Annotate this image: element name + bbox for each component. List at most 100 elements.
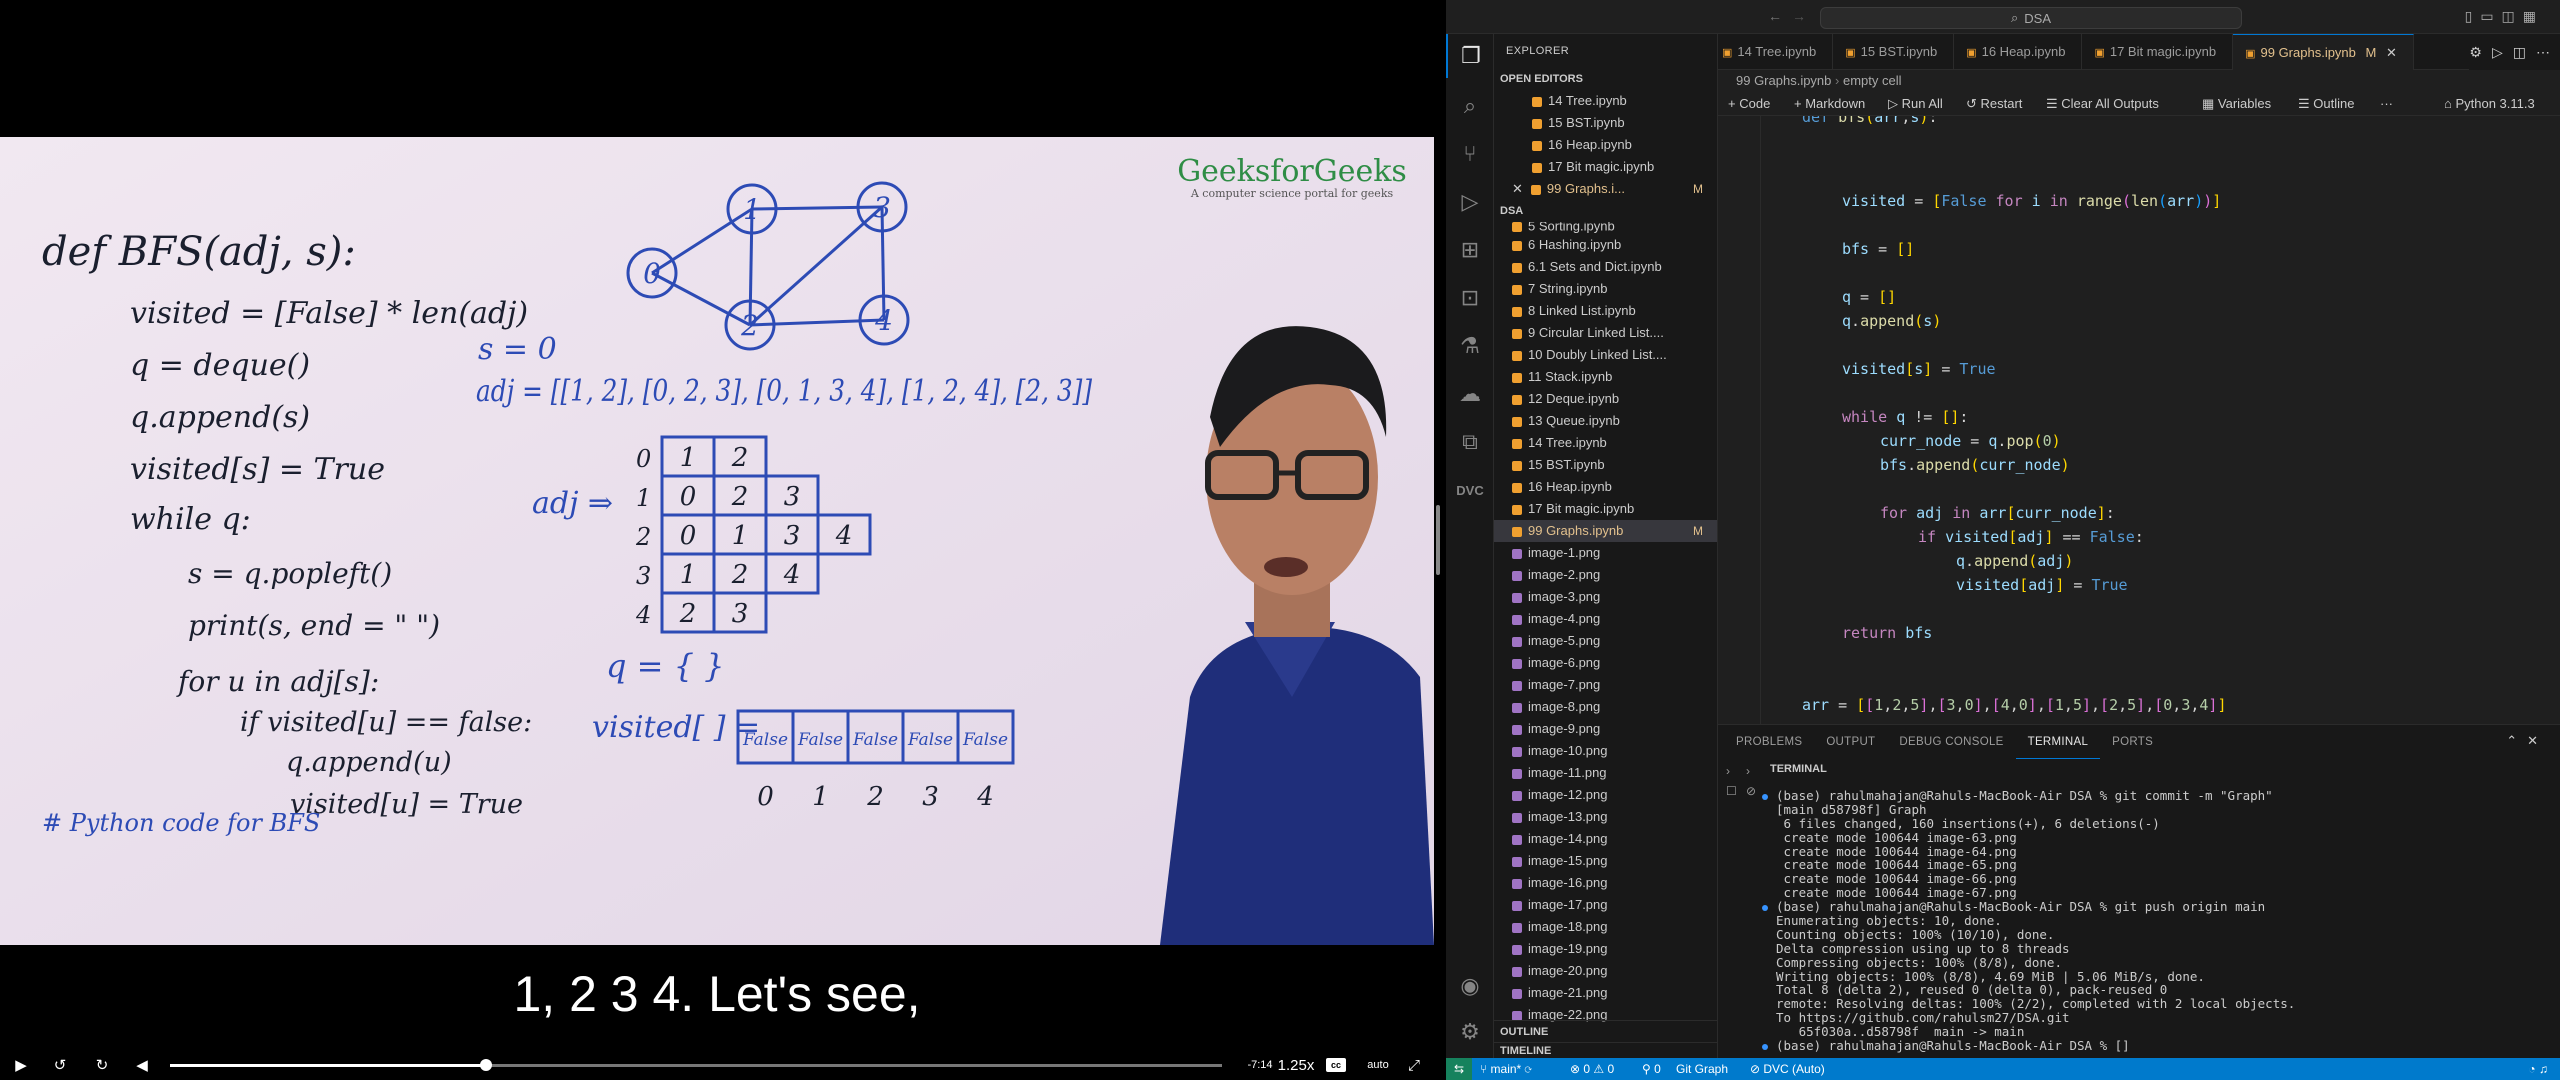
file-item-notebook[interactable]: 12 Deque.ipynb xyxy=(1494,388,1717,410)
open-editors-section[interactable]: OPEN EDITORS xyxy=(1494,68,1717,90)
file-item-image[interactable]: image-18.png xyxy=(1494,916,1717,938)
file-item-image[interactable]: image-19.png xyxy=(1494,938,1717,960)
editor-tab[interactable]: ▣ 99 Graphs.ipynb M ✕ xyxy=(2233,34,2414,70)
breadcrumb-cell[interactable]: empty cell xyxy=(1843,73,1902,88)
dsa-folder-section[interactable]: DSA xyxy=(1494,200,1717,222)
layout-toggle-icons[interactable]: ▯▭◫▦ xyxy=(2465,8,2544,25)
file-item-notebook[interactable]: 99 Graphs.ipynb M xyxy=(1494,520,1717,542)
play-button[interactable]: ▶ xyxy=(10,1054,32,1076)
panel-tab[interactable]: OUTPUT xyxy=(1814,725,1887,759)
file-item-notebook[interactable]: 8 Linked List.ipynb xyxy=(1494,300,1717,322)
add-markdown-button[interactable]: + Markdown xyxy=(1794,92,1865,116)
split-editor-icon[interactable]: ◫ xyxy=(2513,44,2526,61)
editor-tab[interactable]: ▣ 16 Heap.ipynb xyxy=(1954,34,2083,70)
kernel-picker[interactable]: ⌂ Python 3.11.3 xyxy=(2444,92,2535,116)
volume-icon[interactable]: ◀ xyxy=(132,1054,152,1076)
file-item-image[interactable]: image-16.png xyxy=(1494,872,1717,894)
settings-gear-icon[interactable]: ⚙ xyxy=(2469,44,2482,61)
notifications-bell-icon[interactable]: ◔ ♫ xyxy=(2528,1058,2548,1080)
branch-indicator[interactable]: ⑂ main* ⟳ xyxy=(1480,1058,1532,1080)
panel-tab[interactable]: PROBLEMS xyxy=(1718,725,1814,759)
extensions-icon[interactable]: ⊞ xyxy=(1446,228,1494,272)
file-item-image[interactable]: image-13.png xyxy=(1494,806,1717,828)
notebook-cell-code[interactable]: def bfs(arr,s): visited = [False for i i… xyxy=(1718,116,2560,724)
more-toolbar-button[interactable]: ··· xyxy=(2380,92,2393,116)
close-tab-icon[interactable]: ✕ xyxy=(2386,45,2397,60)
file-item-image[interactable]: image-9.png xyxy=(1494,718,1717,740)
account-icon[interactable]: ◉ xyxy=(1446,964,1494,1008)
panel-controls[interactable]: ⌃✕ xyxy=(2506,733,2548,749)
file-item-image[interactable]: image-4.png xyxy=(1494,608,1717,630)
open-editor-item[interactable]: ✕ 99 Graphs.i... M xyxy=(1494,178,1717,200)
file-item-notebook[interactable]: 6.1 Sets and Dict.ipynb xyxy=(1494,256,1717,278)
editor-tab[interactable]: ▣ 15 BST.ipynb xyxy=(1833,34,1955,70)
open-editor-item[interactable]: 17 Bit magic.ipynb xyxy=(1494,156,1717,178)
search-view-icon[interactable]: ⌕ xyxy=(1446,84,1494,128)
file-item-notebook[interactable]: 16 Heap.ipynb xyxy=(1494,476,1717,498)
editor-tab[interactable]: ▣ 17 Bit magic.ipynb xyxy=(2082,34,2234,70)
quality-button[interactable]: auto xyxy=(1364,1054,1392,1076)
more-actions-icon[interactable]: ⋯ xyxy=(2536,44,2550,61)
source-control-icon[interactable]: ⑂ xyxy=(1446,132,1494,176)
explorer-icon[interactable]: ❐ xyxy=(1446,34,1494,78)
docker-icon[interactable]: ☁ xyxy=(1446,372,1494,416)
terminal[interactable]: › ☐ › ⊘ TERMINAL (base) rahulmahajan@Rahul… xyxy=(1718,759,2560,1059)
testing-icon[interactable]: ⚗ xyxy=(1446,324,1494,368)
panel-tab[interactable]: PORTS xyxy=(2100,725,2165,759)
fullscreen-icon[interactable]: ⤢ xyxy=(1404,1054,1424,1076)
run-debug-icon[interactable]: ▷ xyxy=(1446,180,1494,224)
breadcrumb-file[interactable]: 99 Graphs.ipynb xyxy=(1736,73,1831,88)
file-item-image[interactable]: image-7.png xyxy=(1494,674,1717,696)
panel-tab[interactable]: DEBUG CONSOLE xyxy=(1887,725,2015,759)
file-item-notebook[interactable]: 14 Tree.ipynb xyxy=(1494,432,1717,454)
dvc-status[interactable]: ⊘ DVC (Auto) xyxy=(1750,1058,1825,1080)
forward-arrow-icon[interactable]: → xyxy=(1792,8,1806,24)
file-item-image[interactable]: image-14.png xyxy=(1494,828,1717,850)
file-item-image[interactable]: image-21.png xyxy=(1494,982,1717,1004)
file-item-image[interactable]: image-8.png xyxy=(1494,696,1717,718)
outline-button[interactable]: ☰ Outline xyxy=(2298,92,2354,116)
open-editor-item[interactable]: 16 Heap.ipynb xyxy=(1494,134,1717,156)
terminal-chevrons-2[interactable]: › ⊘ xyxy=(1746,761,1756,801)
file-item-notebook[interactable]: 9 Circular Linked List.... xyxy=(1494,322,1717,344)
file-item-image[interactable]: image-20.png xyxy=(1494,960,1717,982)
restart-button[interactable]: ↺ Restart xyxy=(1966,92,2022,116)
remote-explorer-icon[interactable]: ⊡ xyxy=(1446,276,1494,320)
command-center[interactable]: ⌕ DSA xyxy=(1820,7,2242,29)
file-item-image[interactable]: image-17.png xyxy=(1494,894,1717,916)
file-item-image[interactable]: image-11.png xyxy=(1494,762,1717,784)
panel-tab[interactable]: TERMINAL xyxy=(2015,725,2101,759)
close-icon[interactable]: ✕ xyxy=(1512,181,1523,196)
run-icon[interactable]: ▷ xyxy=(2492,44,2503,61)
file-item-image[interactable]: image-10.png xyxy=(1494,740,1717,762)
open-editor-item[interactable]: 15 BST.ipynb xyxy=(1494,112,1717,134)
seek-knob[interactable] xyxy=(479,1059,492,1071)
file-item-image[interactable]: image-12.png xyxy=(1494,784,1717,806)
problems-indicator[interactable]: ⊗ 0 ⚠ 0 xyxy=(1570,1058,1614,1080)
terminal-chevrons[interactable]: › ☐ xyxy=(1726,761,1737,801)
file-item-notebook[interactable]: 5 Sorting.ipynb xyxy=(1494,222,1717,234)
containers-icon[interactable]: ⧉ xyxy=(1446,420,1494,464)
seek-bar[interactable] xyxy=(170,1059,1222,1071)
file-item-image[interactable]: image-6.png xyxy=(1494,652,1717,674)
file-item-notebook[interactable]: 13 Queue.ipynb xyxy=(1494,410,1717,432)
split-resize-handle[interactable] xyxy=(1436,505,1440,575)
file-item-image[interactable]: image-1.png xyxy=(1494,542,1717,564)
file-item-image[interactable]: image-3.png xyxy=(1494,586,1717,608)
ports-indicator[interactable]: ⚲ 0 xyxy=(1642,1058,1661,1080)
speed-button[interactable]: 1.25x xyxy=(1276,1054,1316,1076)
clear-outputs-button[interactable]: ☰ Clear All Outputs xyxy=(2046,92,2159,116)
run-all-button[interactable]: ▷ Run All xyxy=(1888,92,1943,116)
file-item-image[interactable]: image-15.png xyxy=(1494,850,1717,872)
back-arrow-icon[interactable]: ← xyxy=(1768,8,1782,24)
outline-section[interactable]: OUTLINE xyxy=(1494,1020,1718,1042)
timeline-section[interactable]: TIMELINE xyxy=(1494,1042,1718,1058)
rewind-icon[interactable]: ↺ xyxy=(48,1054,72,1076)
file-item-image[interactable]: image-5.png xyxy=(1494,630,1717,652)
file-item-notebook[interactable]: 17 Bit magic.ipynb xyxy=(1494,498,1717,520)
file-item-image[interactable]: image-2.png xyxy=(1494,564,1717,586)
git-graph-button[interactable]: Git Graph xyxy=(1676,1058,1728,1080)
forward-icon[interactable]: ↻ xyxy=(90,1054,114,1076)
editor-tab[interactable]: ▣ 14 Tree.ipynb xyxy=(1718,34,1834,70)
cc-button[interactable]: cc xyxy=(1326,1058,1346,1072)
